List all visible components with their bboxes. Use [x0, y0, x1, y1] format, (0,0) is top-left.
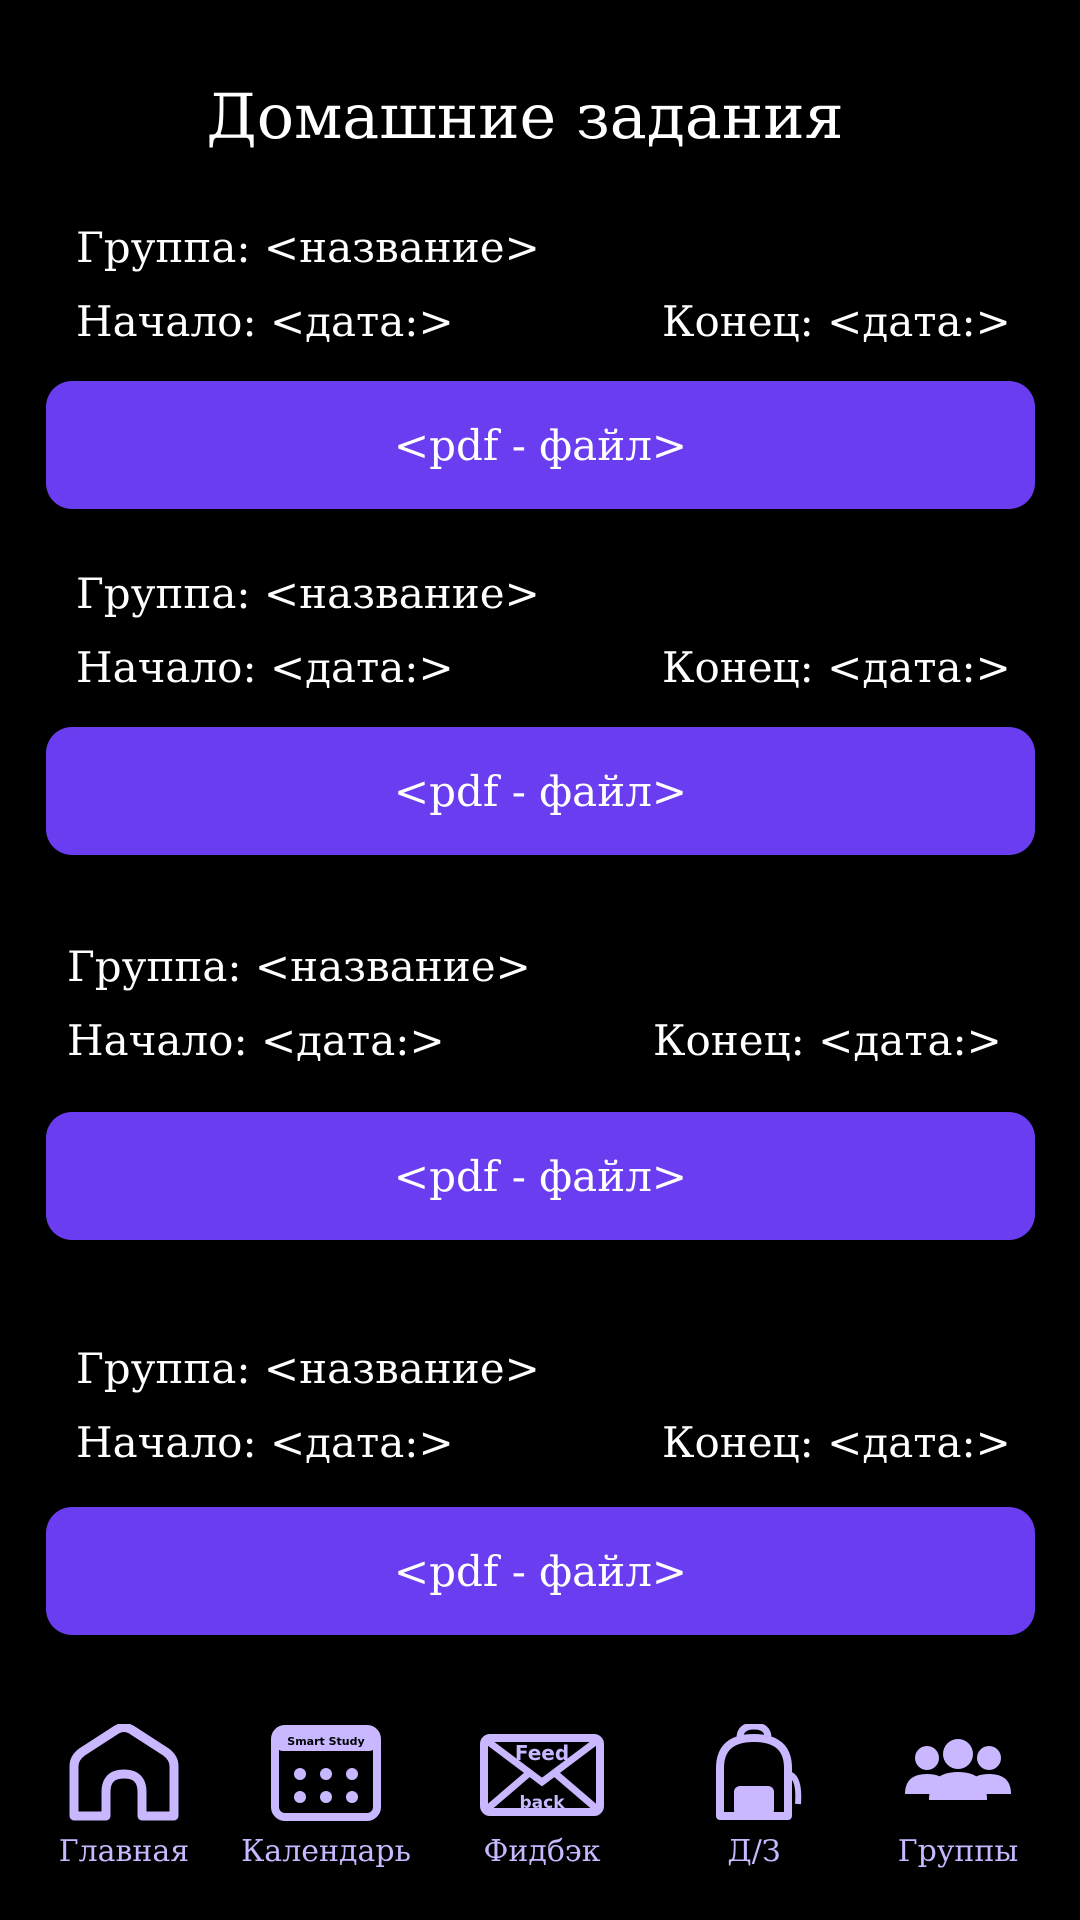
- end-date-label: Конец: <дата:>: [662, 643, 1011, 692]
- page-title: Домашние задания: [206, 80, 844, 153]
- nav-item-feedback[interactable]: Feed back Фидбэк: [442, 1710, 642, 1890]
- nav-item-groups[interactable]: Группы: [858, 1710, 1058, 1890]
- feedback-icon-text-top: Feed: [515, 1741, 569, 1765]
- calendar-icon: Smart Study: [271, 1725, 381, 1821]
- end-date-label: Конец: <дата:>: [662, 297, 1011, 346]
- feedback-envelope-icon: Feed back: [480, 1734, 604, 1816]
- end-date-label: Конец: <дата:>: [662, 1418, 1011, 1467]
- pdf-file-button[interactable]: <pdf - файл>: [46, 1112, 1035, 1240]
- nav-label: Главная: [58, 1834, 190, 1869]
- calendar-icon-text: Smart Study: [287, 1735, 364, 1748]
- feedback-icon-text-bottom: back: [519, 1793, 565, 1813]
- start-date-label: Начало: <дата:>: [76, 297, 454, 346]
- backpack-icon: [716, 1724, 802, 1820]
- start-date-label: Начало: <дата:>: [76, 1418, 454, 1467]
- nav-label: Группы: [897, 1834, 1019, 1869]
- group-label: Группа: <название>: [67, 942, 531, 991]
- group-label: Группа: <название>: [76, 569, 540, 618]
- nav-item-homework[interactable]: Д/З: [654, 1710, 854, 1890]
- bottom-nav: Главная Smart Study Календарь Feed back …: [0, 1710, 1080, 1920]
- nav-item-home[interactable]: Главная: [24, 1710, 224, 1890]
- home-icon: [69, 1724, 179, 1821]
- pdf-file-button[interactable]: <pdf - файл>: [46, 1507, 1035, 1635]
- groups-icon: [905, 1739, 1011, 1800]
- pdf-file-button[interactable]: <pdf - файл>: [46, 381, 1035, 509]
- nav-item-calendar[interactable]: Smart Study Календарь: [226, 1710, 426, 1890]
- pdf-file-button[interactable]: <pdf - файл>: [46, 727, 1035, 855]
- start-date-label: Начало: <дата:>: [67, 1016, 445, 1065]
- nav-label: Фидбэк: [483, 1834, 601, 1869]
- start-date-label: Начало: <дата:>: [76, 643, 454, 692]
- nav-label: Д/З: [727, 1834, 781, 1869]
- end-date-label: Конец: <дата:>: [653, 1016, 1002, 1065]
- group-label: Группа: <название>: [76, 1344, 540, 1393]
- nav-label: Календарь: [241, 1834, 411, 1869]
- group-label: Группа: <название>: [76, 223, 540, 272]
